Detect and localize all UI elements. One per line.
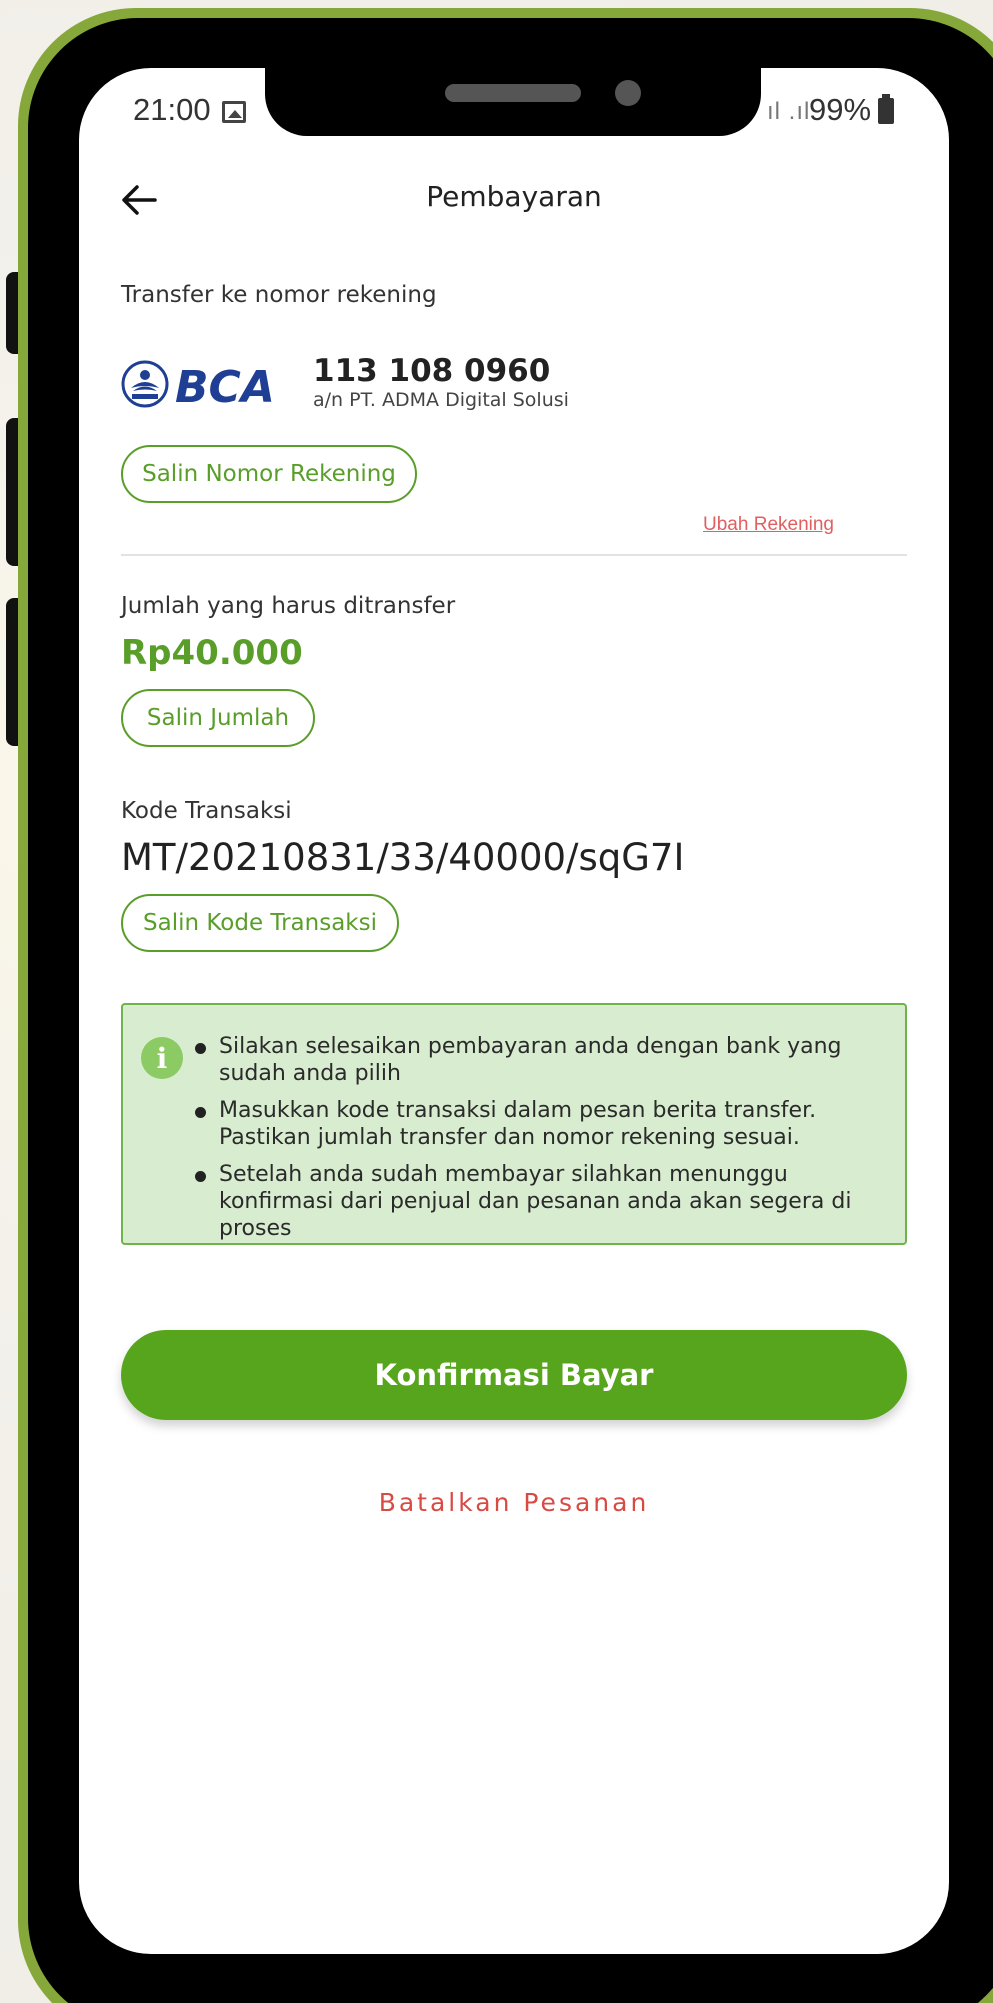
- amount-label: Jumlah yang harus ditransfer: [121, 593, 456, 619]
- copy-transaction-code-button[interactable]: Salin Kode Transaksi: [121, 894, 399, 952]
- copy-account-button[interactable]: Salin Nomor Rekening: [121, 445, 417, 503]
- info-list: Silakan selesaikan pembayaran anda denga…: [193, 1033, 893, 1252]
- status-time: 21:00: [133, 92, 211, 127]
- image-icon: [222, 101, 246, 123]
- battery-icon: [878, 94, 894, 124]
- amount-value: Rp40.000: [121, 633, 303, 673]
- signal-icon: ıl .ıl: [767, 98, 811, 125]
- info-icon: i: [141, 1037, 183, 1079]
- account-label: Transfer ke nomor rekening: [121, 282, 437, 308]
- cancel-order-button[interactable]: Batalkan Pesanan: [79, 1488, 949, 1517]
- confirm-payment-button[interactable]: Konfirmasi Bayar: [121, 1330, 907, 1420]
- svg-text:BCA: BCA: [175, 362, 275, 410]
- info-item: Silakan selesaikan pembayaran anda denga…: [193, 1033, 893, 1087]
- notch: [265, 68, 761, 136]
- divider: [121, 554, 907, 556]
- info-item: Masukkan kode transaksi dalam pesan beri…: [193, 1097, 893, 1151]
- speaker: [445, 84, 581, 102]
- battery-percent: 99%: [809, 92, 872, 127]
- info-box: i Silakan selesaikan pembayaran anda den…: [121, 1003, 907, 1245]
- page-title: Pembayaran: [426, 180, 602, 213]
- bca-logo: BCA: [121, 360, 275, 410]
- account-number: 113 108 0960: [313, 353, 551, 389]
- phone-screen: 21:00 ıl .ıl 99% Pembayaran Transfer ke …: [79, 68, 949, 1954]
- copy-amount-button[interactable]: Salin Jumlah: [121, 689, 315, 747]
- back-arrow-icon[interactable]: [119, 180, 159, 220]
- change-account-link[interactable]: Ubah Rekening: [79, 514, 834, 536]
- front-camera: [615, 80, 641, 106]
- info-item: Setelah anda sudah membayar silahkan men…: [193, 1161, 893, 1242]
- transaction-code: MT/20210831/33/40000/sqG7I: [121, 836, 685, 879]
- account-holder: a/n PT. ADMA Digital Solusi: [313, 389, 569, 411]
- transaction-code-label: Kode Transaksi: [121, 798, 292, 824]
